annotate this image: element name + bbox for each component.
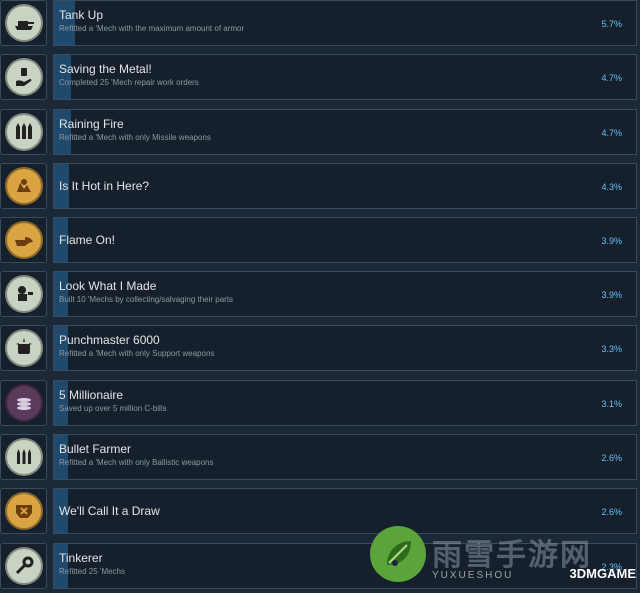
achievement-icon-frame	[0, 325, 47, 371]
achievement-description: Refitted a 'Mech with only Support weapo…	[59, 349, 215, 358]
achievement-row[interactable]: We'll Call It a Draw 2.6%	[0, 488, 640, 538]
unlock-percent: 4.7%	[601, 128, 622, 138]
achievement-row[interactable]: Bullet Farmer Refitted a 'Mech with only …	[0, 434, 640, 484]
heat-icon	[4, 167, 43, 205]
achievement-panel: Look What I Made Built 10 'Mechs by colle…	[53, 271, 637, 317]
repair-hand-icon	[4, 58, 43, 96]
unlock-percent: 4.7%	[601, 73, 622, 83]
achievement-description: Saved up over 5 million C-bills	[59, 404, 167, 413]
flame-fist-icon	[4, 221, 43, 259]
achievement-panel: 5 Millionaire Saved up over 5 million C-b…	[53, 380, 637, 426]
achievement-title: Saving the Metal!	[59, 62, 152, 76]
achievement-description: Refitted a 'Mech with only Missile weapo…	[59, 133, 211, 142]
achievement-panel: Raining Fire Refitted a 'Mech with only M…	[53, 109, 637, 155]
wrench-icon	[4, 547, 43, 585]
achievement-description: Refitted a 'Mech with only Ballistic wea…	[59, 458, 214, 467]
achievement-row[interactable]: Raining Fire Refitted a 'Mech with only M…	[0, 109, 640, 159]
achievement-row[interactable]: 5 Millionaire Saved up over 5 million C-b…	[0, 380, 640, 430]
unlock-percent: 2.6%	[601, 453, 622, 463]
achievement-description: Built 10 'Mechs by collecting/salvaging …	[59, 295, 234, 304]
achievement-title: Is It Hot in Here?	[59, 179, 150, 193]
achievement-panel: Punchmaster 6000 Refitted a 'Mech with on…	[53, 325, 637, 371]
achievement-icon-frame	[0, 380, 47, 426]
achievement-panel: Bullet Farmer Refitted a 'Mech with only …	[53, 434, 637, 480]
achievement-icon-frame	[0, 271, 47, 317]
achievement-row[interactable]: Look What I Made Built 10 'Mechs by colle…	[0, 271, 640, 321]
unlock-percent: 5.7%	[601, 19, 622, 29]
achievement-description: Completed 25 'Mech repair work orders	[59, 78, 199, 87]
achievement-row[interactable]: Punchmaster 6000 Refitted a 'Mech with on…	[0, 325, 640, 375]
achievement-icon-frame	[0, 109, 47, 155]
achievement-row[interactable]: Is It Hot in Here? 4.3%	[0, 163, 640, 213]
unlock-percent: 4.3%	[601, 182, 622, 192]
achievement-title: Bullet Farmer	[59, 442, 132, 456]
achievement-panel: Tank Up Refitted a 'Mech with the maximum…	[53, 0, 637, 46]
broken-mech-icon	[4, 492, 43, 530]
unlock-percent: 3.9%	[601, 236, 622, 246]
achievement-panel: Is It Hot in Here? 4.3%	[53, 163, 637, 209]
achievement-title: 5 Millionaire	[59, 388, 124, 402]
unlock-percent: 2.3%	[601, 562, 622, 572]
unlock-percent: 3.3%	[601, 344, 622, 354]
achievement-panel: Tinkerer Refitted 25 'Mechs 2.3%	[53, 543, 637, 589]
achievement-icon-frame	[0, 488, 47, 534]
achievement-icon-frame	[0, 163, 47, 209]
achievement-panel: Flame On! 3.9%	[53, 217, 637, 263]
achievement-icon-frame	[0, 543, 47, 589]
achievement-row[interactable]: Saving the Metal! Completed 25 'Mech repa…	[0, 54, 640, 104]
fist-icon	[4, 329, 43, 367]
missiles-icon	[4, 113, 43, 151]
achievement-title: Punchmaster 6000	[59, 333, 160, 347]
unlock-percent: 3.9%	[601, 290, 622, 300]
achievement-title: Look What I Made	[59, 279, 157, 293]
unlock-percent: 3.1%	[601, 399, 622, 409]
achievement-row[interactable]: Tank Up Refitted a 'Mech with the maximum…	[0, 0, 640, 50]
bullets-icon	[4, 438, 43, 476]
achievement-description: Refitted 25 'Mechs	[59, 567, 126, 576]
achievement-row[interactable]: Flame On! 3.9%	[0, 217, 640, 267]
coins-icon	[4, 384, 43, 422]
achievement-title: Tinkerer	[59, 551, 103, 565]
achievement-description: Refitted a 'Mech with the maximum amount…	[59, 24, 245, 33]
achievement-title: Tank Up	[59, 8, 104, 22]
achievement-panel: Saving the Metal! Completed 25 'Mech repa…	[53, 54, 637, 100]
achievement-panel: We'll Call It a Draw 2.6%	[53, 488, 637, 534]
unlock-percent: 2.6%	[601, 507, 622, 517]
achievement-icon-frame	[0, 54, 47, 100]
achievement-title: Flame On!	[59, 233, 116, 247]
mech-build-icon	[4, 275, 43, 313]
tank-icon	[4, 4, 43, 42]
achievement-icon-frame	[0, 217, 47, 263]
achievement-title: We'll Call It a Draw	[59, 504, 160, 518]
achievement-icon-frame	[0, 0, 47, 46]
achievement-title: Raining Fire	[59, 117, 124, 131]
achievement-icon-frame	[0, 434, 47, 480]
achievement-row[interactable]: Tinkerer Refitted 25 'Mechs 2.3%	[0, 543, 640, 593]
